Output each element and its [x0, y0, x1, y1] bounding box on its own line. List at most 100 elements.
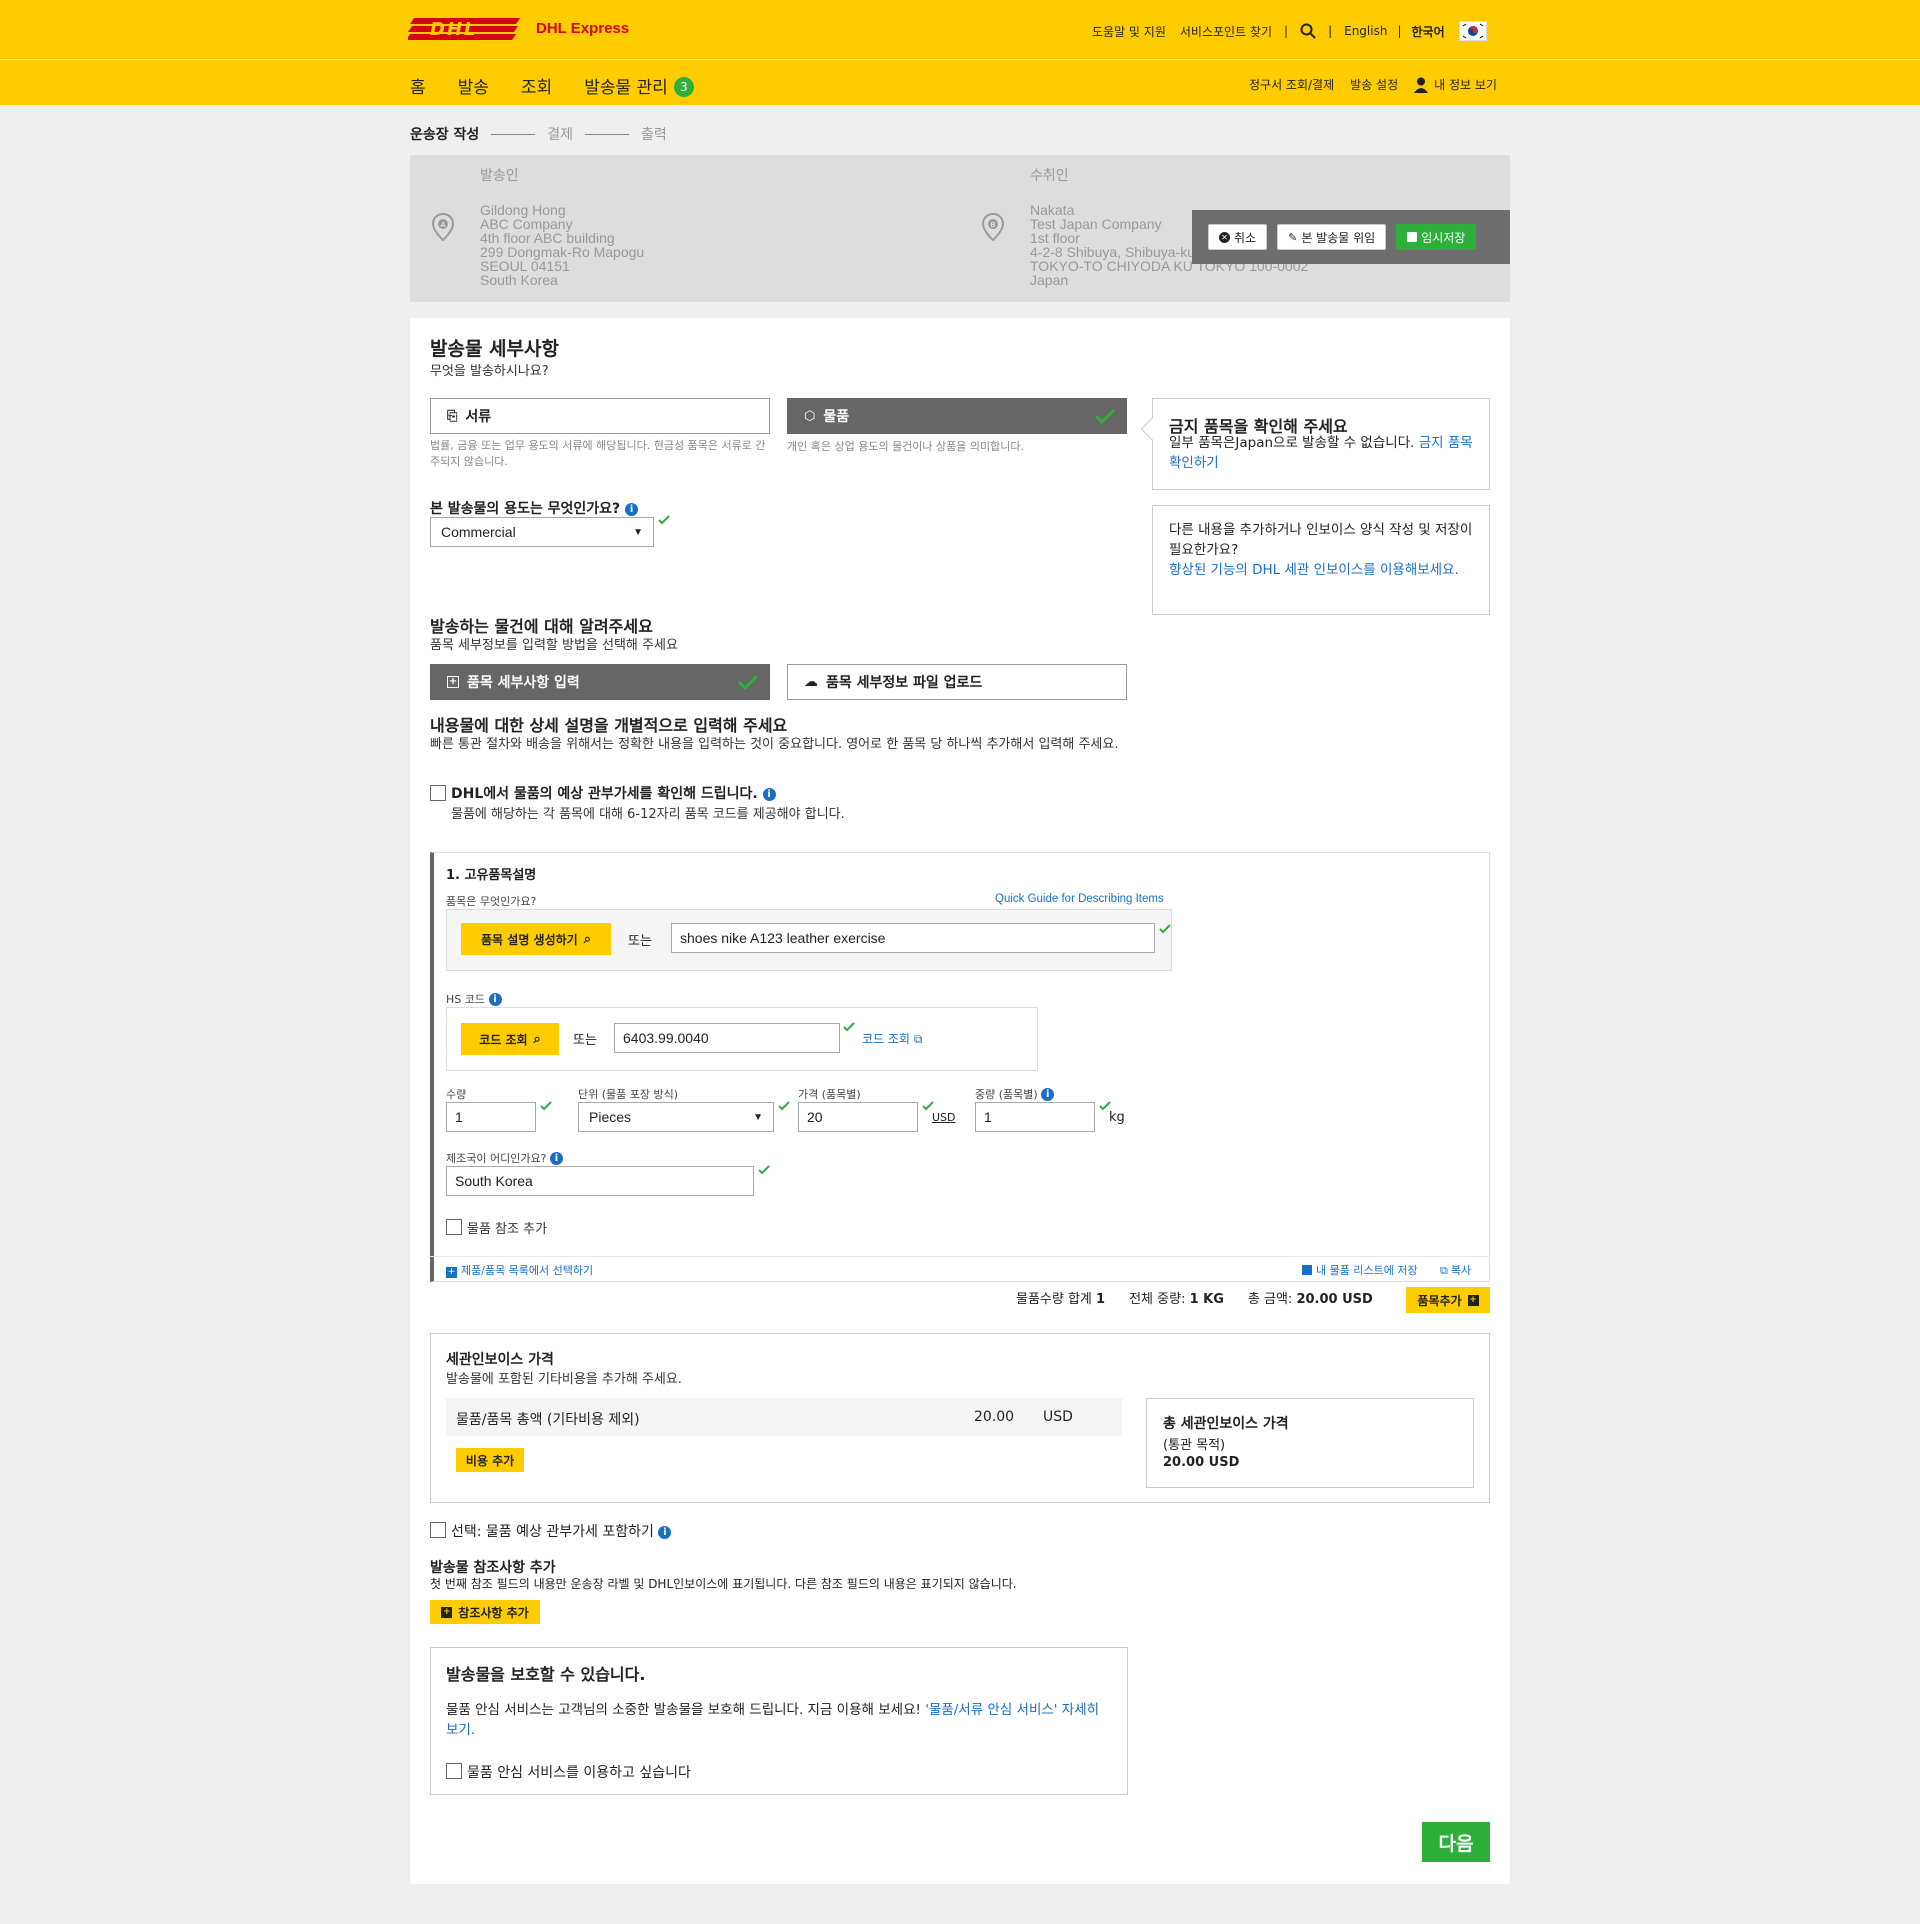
total-weight-label: 전체 중량:: [1129, 1292, 1186, 1307]
type-document-option[interactable]: ⎘ 서류: [430, 398, 770, 434]
protect-text: 물품 안심 서비스는 고객님의 소중한 발송물을 보호해 드립니다. 지금 이용…: [446, 1700, 1110, 1740]
sender-title: 발송인: [480, 168, 519, 184]
add-cost-button[interactable]: 비용 추가: [456, 1448, 524, 1472]
help-link[interactable]: 도움말 및 지원: [1092, 23, 1166, 40]
invoice-link[interactable]: 정구서 조회/결제: [1249, 76, 1334, 93]
info-icon[interactable]: i: [658, 1526, 672, 1539]
price-input[interactable]: 20: [798, 1102, 918, 1132]
delegate-label: 본 발송물 위임: [1301, 230, 1376, 245]
document-icon: ⎘: [447, 408, 458, 424]
purpose-value: Commercial: [441, 524, 516, 540]
catalog-link[interactable]: + 제품/품목 목록에서 선택하기: [446, 1262, 593, 1278]
origin-label: 제조국이 어디인가요? i: [446, 1150, 563, 1166]
file-upload-option[interactable]: ☁ 품목 세부정보 파일 업로드: [787, 664, 1127, 700]
top-links: 도움말 및 지원 서비스포인트 찾기 | | English | 한국어: [1092, 21, 1487, 41]
save-label: 임시저장: [1421, 230, 1466, 245]
total-amount-label: 총 금액:: [1247, 1292, 1293, 1307]
action-bar: ✕ 취소 ✎ 본 발송물 위임 임시저장: [1192, 210, 1510, 264]
hs-code-input[interactable]: 6403.99.0040: [614, 1023, 840, 1053]
info-icon[interactable]: i: [625, 503, 639, 516]
plus-square-icon: +: [441, 1606, 453, 1618]
nav-home[interactable]: 홈: [410, 73, 426, 98]
separator: |: [1328, 24, 1333, 38]
cancel-button[interactable]: ✕ 취소: [1208, 224, 1268, 250]
save-draft-button[interactable]: 임시저장: [1396, 224, 1477, 250]
valid-check-icon: [658, 515, 670, 525]
document-desc: 법률, 금융 또는 업무 용도의 서류에 해당됩니다. 현금성 품목은 서류로 …: [430, 439, 766, 468]
purpose-label-text: 본 발송물의 용도는 무엇인가요?: [430, 501, 621, 517]
item-ref-checkbox[interactable]: [446, 1219, 462, 1235]
type-package-option[interactable]: ⬡ 물품: [787, 398, 1127, 434]
optional-duty-checkbox[interactable]: [430, 1522, 446, 1538]
details-title: 발송물 세부사항: [430, 338, 559, 360]
info-icon[interactable]: i: [549, 1152, 563, 1165]
dropdown-arrow-icon: ▼: [633, 526, 643, 538]
origin-label-text: 제조국이 어디인가요?: [446, 1152, 547, 1165]
duty-checkbox[interactable]: [430, 785, 446, 801]
lang-korean[interactable]: 한국어: [1412, 23, 1445, 40]
copy-link[interactable]: ⧉ 복사: [1440, 1262, 1471, 1278]
svg-text:B: B: [991, 221, 996, 229]
total-amount: 총 금액: 20.00 USD: [1248, 1288, 1373, 1307]
purpose-select[interactable]: Commercial ▼: [430, 517, 654, 547]
optional-duty-text: 선택: 물품 예상 관부가세 포함하기: [451, 1524, 654, 1540]
info-icon[interactable]: i: [488, 993, 502, 1006]
svg-text:A: A: [441, 221, 446, 229]
manual-entry-option[interactable]: + 품목 세부사항 입력: [430, 664, 770, 700]
add-reference-button[interactable]: + 참조사항 추가: [430, 1600, 540, 1624]
protect-checkbox[interactable]: [446, 1763, 462, 1779]
receiver-line: Japan: [1030, 272, 1069, 288]
invoice-total-title: 총 세관인보이스 가격: [1163, 1416, 1289, 1432]
optional-duty-label: 선택: 물품 예상 관부가세 포함하기 i: [451, 1521, 672, 1541]
dropdown-arrow-icon: ▼: [753, 1111, 763, 1123]
step-payment: 결제: [547, 127, 574, 143]
item-ref-label: 물품 참조 추가: [467, 1222, 548, 1237]
step-create: 운송장 작성: [410, 127, 480, 143]
my-info-link[interactable]: 내 정보 보기: [1434, 76, 1497, 93]
weight-input[interactable]: 1: [975, 1102, 1095, 1132]
add-item-button[interactable]: 품목추가 +: [1406, 1287, 1490, 1313]
nav-manage-label: 발송물 관리: [584, 78, 668, 98]
qty-input[interactable]: 1: [446, 1102, 536, 1132]
dhl-logo[interactable]: DHL: [408, 18, 520, 40]
hs-lookup-link[interactable]: 코드 조회 ⧉: [862, 1030, 922, 1047]
nav-ship[interactable]: 발송: [458, 73, 489, 98]
quick-guide-link[interactable]: Quick Guide for Describing Items: [995, 893, 1164, 905]
total-weight: 전체 중량: 1 KG: [1129, 1288, 1224, 1307]
info-icon[interactable]: i: [1041, 1088, 1055, 1101]
next-button[interactable]: 다음: [1422, 1822, 1490, 1862]
unit-select[interactable]: Pieces ▼: [578, 1102, 774, 1132]
save-list-link[interactable]: 내 물품 리스트에 저장: [1302, 1262, 1418, 1278]
invoice-promo-panel: 다른 내용을 추가하거나 인보이스 양식 작성 및 저장이 필요한가요? 향상된 …: [1152, 505, 1490, 615]
search-icon[interactable]: [1300, 23, 1316, 39]
nav-manage[interactable]: 발송물 관리 3: [584, 73, 694, 98]
code-lookup-button[interactable]: 코드 조회 ⌕: [461, 1023, 559, 1055]
qty-label: 수량: [446, 1088, 467, 1101]
origin-input[interactable]: South Korea: [446, 1166, 754, 1196]
sender-block: 발송인 Gildong Hong ABC Company 4th floor A…: [480, 169, 644, 287]
ship-settings-link[interactable]: 발송 설정: [1350, 76, 1398, 93]
generate-desc-button[interactable]: 품목 설명 생성하기 ⌕: [461, 923, 611, 955]
delegate-button[interactable]: ✎ 본 발송물 위임: [1277, 224, 1387, 250]
separator: |: [1397, 24, 1402, 38]
total-qty: 물품수량 합계 1: [1016, 1288, 1105, 1307]
invoice-title: 세관인보이스 가격: [446, 1352, 554, 1368]
item-divider: [430, 1256, 1490, 1257]
desc-text: 빠른 통관 절차와 배송을 위해서는 정확한 내용을 입력하는 것이 중요합니다…: [430, 737, 1119, 752]
lang-english[interactable]: English: [1344, 24, 1387, 38]
document-label: 서류: [465, 409, 492, 425]
main-navbar: [0, 60, 1920, 105]
invoice-promo-link[interactable]: 향상된 기능의 DHL 세관 인보이스를 이용해보세요.: [1169, 562, 1459, 578]
service-point-link[interactable]: 서비스포인트 찾기: [1180, 23, 1272, 40]
currency-label[interactable]: USD: [932, 1111, 956, 1124]
valid-check-icon: [1159, 924, 1171, 934]
step-divider: [585, 133, 630, 135]
nav-track[interactable]: 조회: [521, 73, 552, 98]
info-icon[interactable]: i: [762, 788, 776, 801]
item-desc-input[interactable]: shoes nike A123 leather exercise: [671, 923, 1155, 953]
total-qty-value: 1: [1096, 1292, 1106, 1307]
totals-row: 물품수량 합계 1 전체 중량: 1 KG 총 금액: 20.00 USD: [1016, 1288, 1373, 1307]
weight-label: 중량 (품목별) i: [975, 1086, 1055, 1102]
price-label: 가격 (품목별): [798, 1088, 861, 1101]
package-icon: ⬡: [804, 408, 816, 424]
